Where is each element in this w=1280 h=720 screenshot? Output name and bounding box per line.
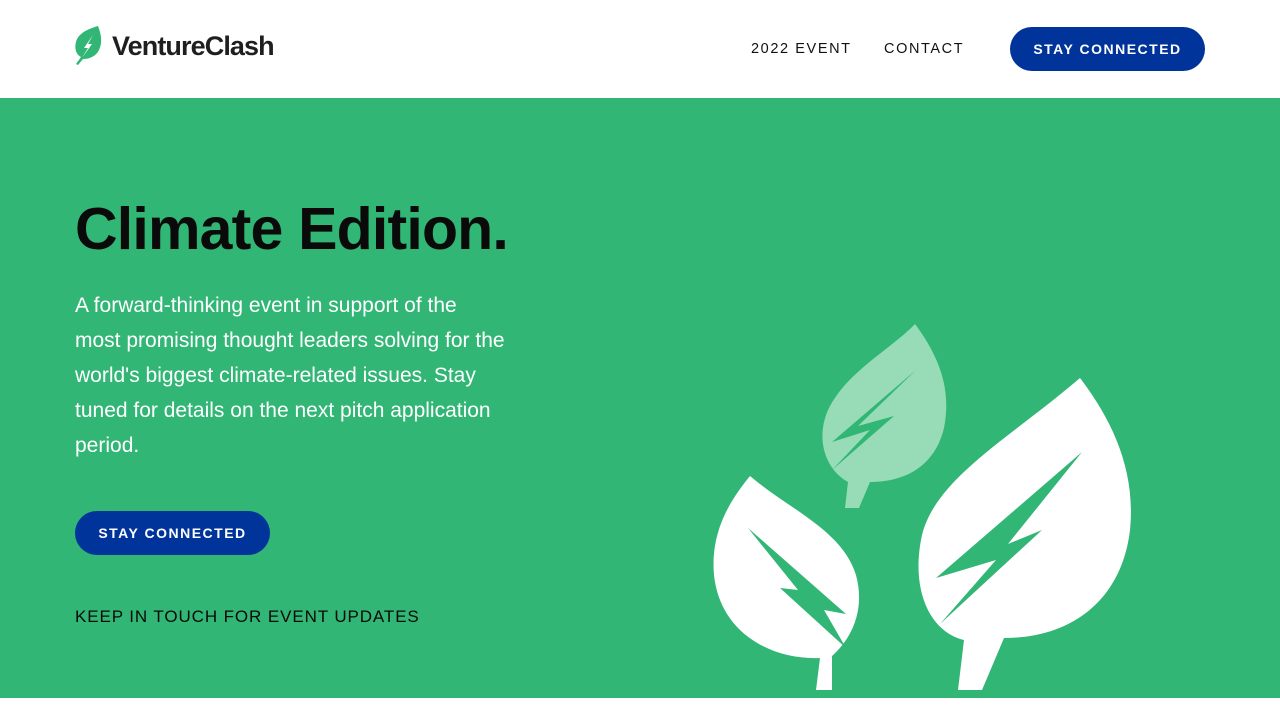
event-updates-text: KEEP IN TOUCH FOR EVENT UPDATES [75, 607, 420, 626]
logo-link[interactable]: VentureClash [74, 26, 275, 66]
stay-connected-header-button[interactable]: STAY CONNECTED [1010, 27, 1205, 71]
leaves-lightning-illustration [713, 324, 1131, 690]
leaf-lightning-icon [75, 26, 102, 65]
hero-title: Climate Edition. [75, 196, 509, 262]
hero-description: A forward-thinking event in support of t… [75, 294, 505, 457]
page-bottom-strip [0, 698, 1280, 720]
right-leaf-icon [918, 378, 1131, 690]
nav-link-2022-event[interactable]: 2022 EVENT [751, 38, 852, 60]
left-leaf-icon [713, 476, 860, 690]
site-header: VentureClash 2022 EVENT CONTACT STAY CON… [0, 0, 1280, 98]
hero-section: Climate Edition. A forward-thinking even… [0, 98, 1280, 698]
brand-name: VentureClash [112, 31, 275, 61]
nav-link-contact[interactable]: CONTACT [884, 38, 964, 60]
stay-connected-hero-button[interactable]: STAY CONNECTED [75, 511, 270, 555]
top-leaf-icon [822, 324, 947, 508]
